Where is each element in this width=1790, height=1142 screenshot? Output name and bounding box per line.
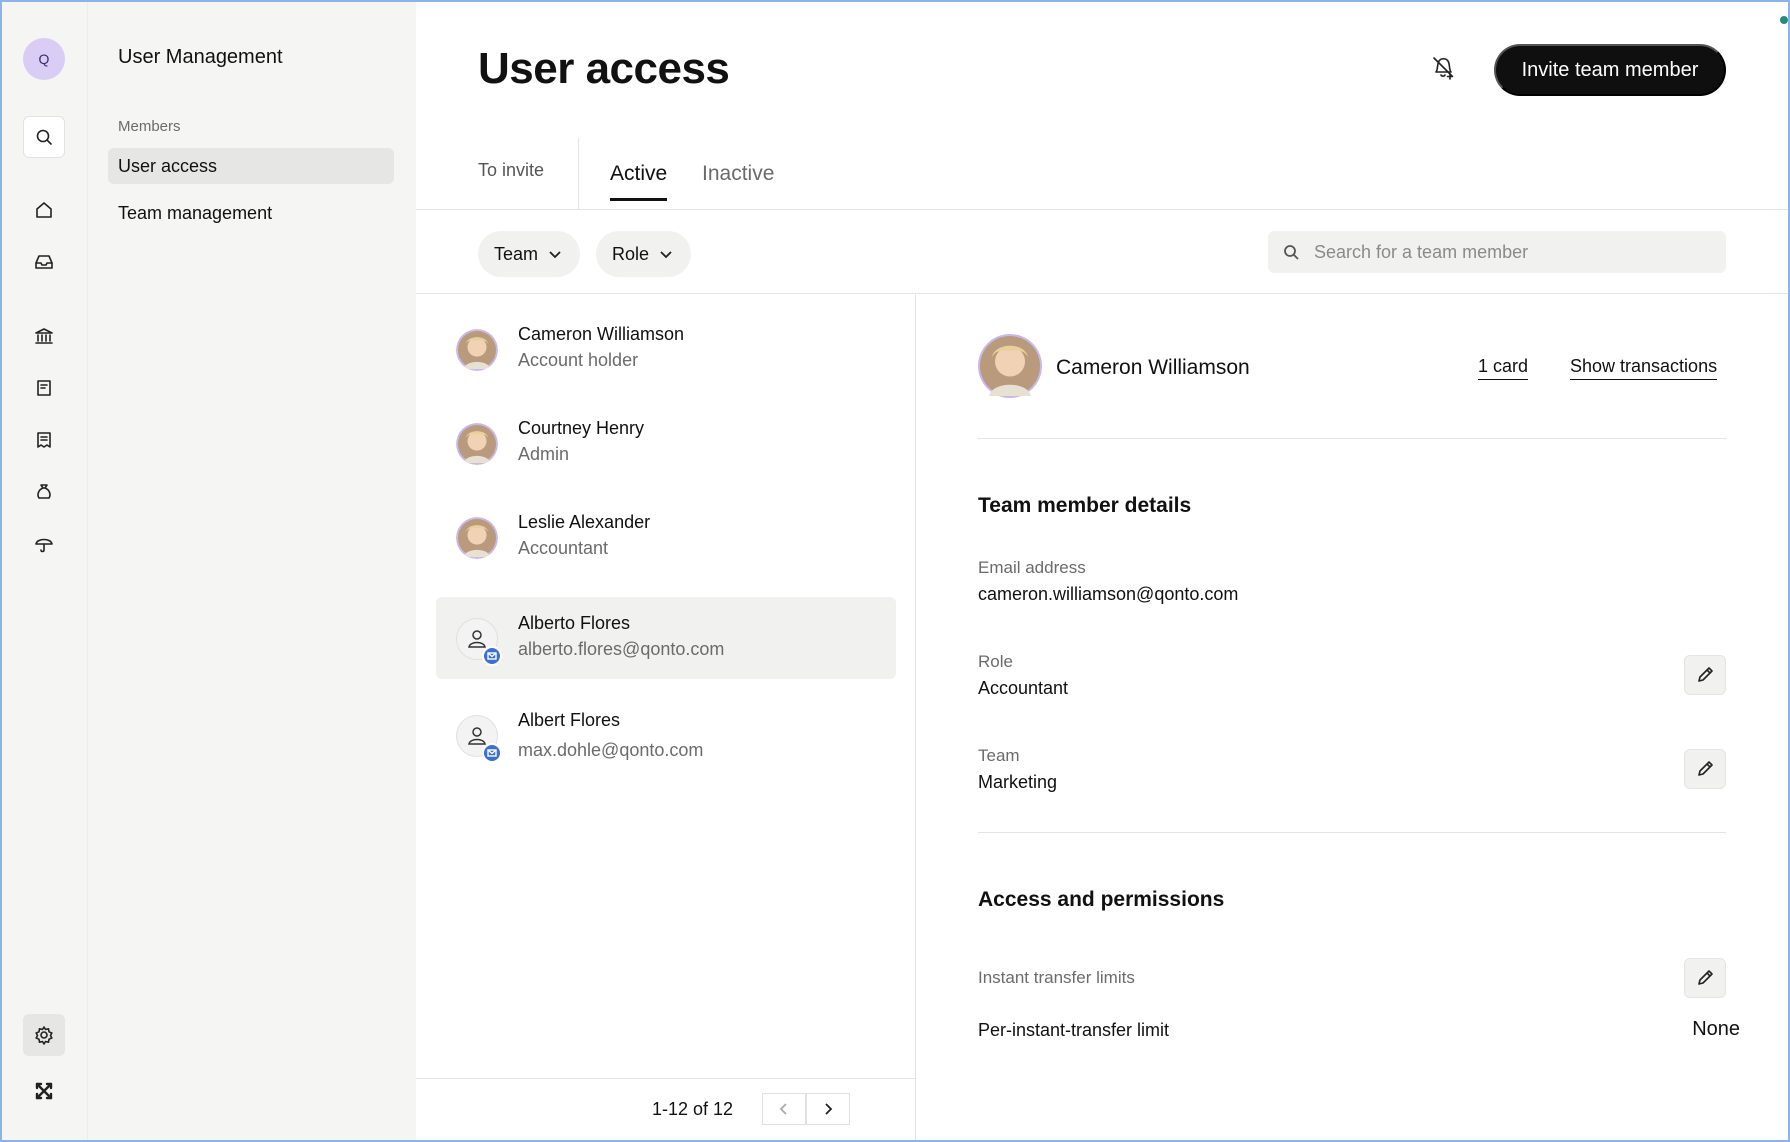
money-bag-icon[interactable] [23, 471, 65, 513]
per-instant-transfer-limit-label: Per-instant-transfer limit [978, 1020, 1170, 1040]
member-role: Accountant [518, 538, 609, 558]
page-title: User access [478, 44, 730, 93]
team-member-details-heading: Team member details [978, 494, 1192, 517]
list-item[interactable]: Courtney Henry Admin [436, 402, 896, 484]
search-icon[interactable] [23, 116, 65, 158]
sidebar-section-members: Members [118, 118, 181, 135]
notification-settings-icon[interactable] [1428, 52, 1458, 82]
receipt-icon[interactable] [23, 419, 65, 461]
role-value: Accountant [978, 678, 1069, 698]
secondary-sidebar: User Management Members User access Team… [88, 2, 416, 1140]
access-permissions-heading: Access and permissions [978, 888, 1225, 911]
pencil-icon [1698, 761, 1713, 776]
mail-icon [482, 743, 502, 763]
member-email: alberto.flores@qonto.com [518, 639, 725, 659]
team-filter-label: Team [494, 243, 539, 264]
document-icon[interactable] [23, 367, 65, 409]
list-item-selected[interactable]: Alberto Flores alberto.flores@qonto.com [436, 597, 896, 679]
member-list: Cameron Williamson Account holder Courtn… [416, 294, 916, 1140]
instant-transfer-limits-label: Instant transfer limits [978, 968, 1135, 987]
member-name: Cameron Williamson [518, 324, 685, 344]
bank-icon[interactable] [23, 315, 65, 357]
tab-to-invite[interactable]: To invite [478, 160, 544, 181]
icon-rail: Q [2, 2, 88, 1140]
member-name: Albert Flores [518, 710, 621, 730]
search-icon [1284, 245, 1299, 260]
divider [978, 438, 1726, 439]
divider [978, 832, 1726, 833]
per-instant-transfer-limit-value: None [1692, 1018, 1740, 1040]
member-email: max.dohle@qonto.com [518, 740, 704, 760]
member-search [1268, 231, 1726, 273]
list-item[interactable]: Albert Flores max.dohle@qonto.com [436, 694, 896, 776]
edit-transfer-limits-button[interactable] [1684, 958, 1726, 998]
role-filter-label: Role [612, 243, 650, 264]
invite-team-member-button[interactable]: Invite team member [1494, 44, 1726, 96]
member-name: Leslie Alexander [518, 512, 651, 532]
email-label: Email address [978, 558, 1086, 577]
pencil-icon [1698, 667, 1713, 682]
show-transactions-link[interactable]: Show transactions [1570, 356, 1718, 380]
chevron-left-icon [779, 1103, 787, 1115]
edit-team-button[interactable] [1684, 749, 1726, 789]
pencil-icon [1698, 970, 1713, 985]
status-tabs: To invite Active Inactive [416, 122, 1788, 210]
member-detail-panel: Cameron Williamson 1 card Show transacti… [916, 294, 1788, 1140]
team-filter-dropdown[interactable]: Team [478, 231, 581, 277]
filter-bar: Team Role [416, 210, 1788, 294]
home-icon[interactable] [23, 189, 65, 231]
team-value: Marketing [978, 772, 1058, 792]
role-label: Role [978, 652, 1013, 671]
brand-logo-icon [23, 1070, 65, 1112]
chevron-down-icon [549, 251, 561, 259]
team-label: Team [978, 746, 1020, 765]
tab-divider [578, 138, 579, 210]
list-item[interactable]: Leslie Alexander Accountant [436, 496, 896, 578]
search-input[interactable] [1314, 241, 1694, 263]
avatar [456, 517, 498, 559]
umbrella-icon[interactable] [23, 523, 65, 565]
mail-icon [482, 646, 502, 666]
chevron-right-icon [825, 1103, 833, 1115]
sidebar-title: User Management [118, 46, 283, 68]
inbox-icon[interactable] [23, 241, 65, 283]
role-filter-dropdown[interactable]: Role [596, 231, 692, 277]
sidebar-item-team-management[interactable]: Team management [108, 195, 394, 231]
tab-active[interactable]: Active [610, 162, 668, 201]
avatar [978, 334, 1042, 398]
organization-avatar[interactable]: Q [23, 38, 65, 80]
settings-icon[interactable] [23, 1014, 65, 1056]
previous-page-button[interactable] [762, 1093, 806, 1125]
member-role: Account holder [518, 350, 639, 370]
tab-inactive[interactable]: Inactive [702, 162, 774, 186]
avatar [456, 329, 498, 371]
member-role: Admin [518, 444, 570, 464]
sidebar-item-user-access[interactable]: User access [108, 148, 394, 184]
pagination-count: 1-12 of 12 [652, 1099, 734, 1119]
list-item[interactable]: Cameron Williamson Account holder [436, 308, 896, 390]
main-content: User access Invite team member To invite… [416, 2, 1788, 1140]
member-name: Alberto Flores [518, 613, 631, 633]
detail-member-name: Cameron Williamson [1056, 356, 1250, 379]
avatar [456, 423, 498, 465]
app-window: Q User Management Members User access Te… [0, 0, 1790, 1142]
cards-link[interactable]: 1 card [1478, 356, 1529, 380]
chevron-down-icon [660, 251, 672, 259]
edit-role-button[interactable] [1684, 655, 1726, 695]
member-name: Courtney Henry [518, 418, 645, 438]
email-value: cameron.williamson@qonto.com [978, 584, 1239, 604]
next-page-button[interactable] [806, 1093, 850, 1125]
pagination: 1-12 of 12 [416, 1078, 915, 1140]
